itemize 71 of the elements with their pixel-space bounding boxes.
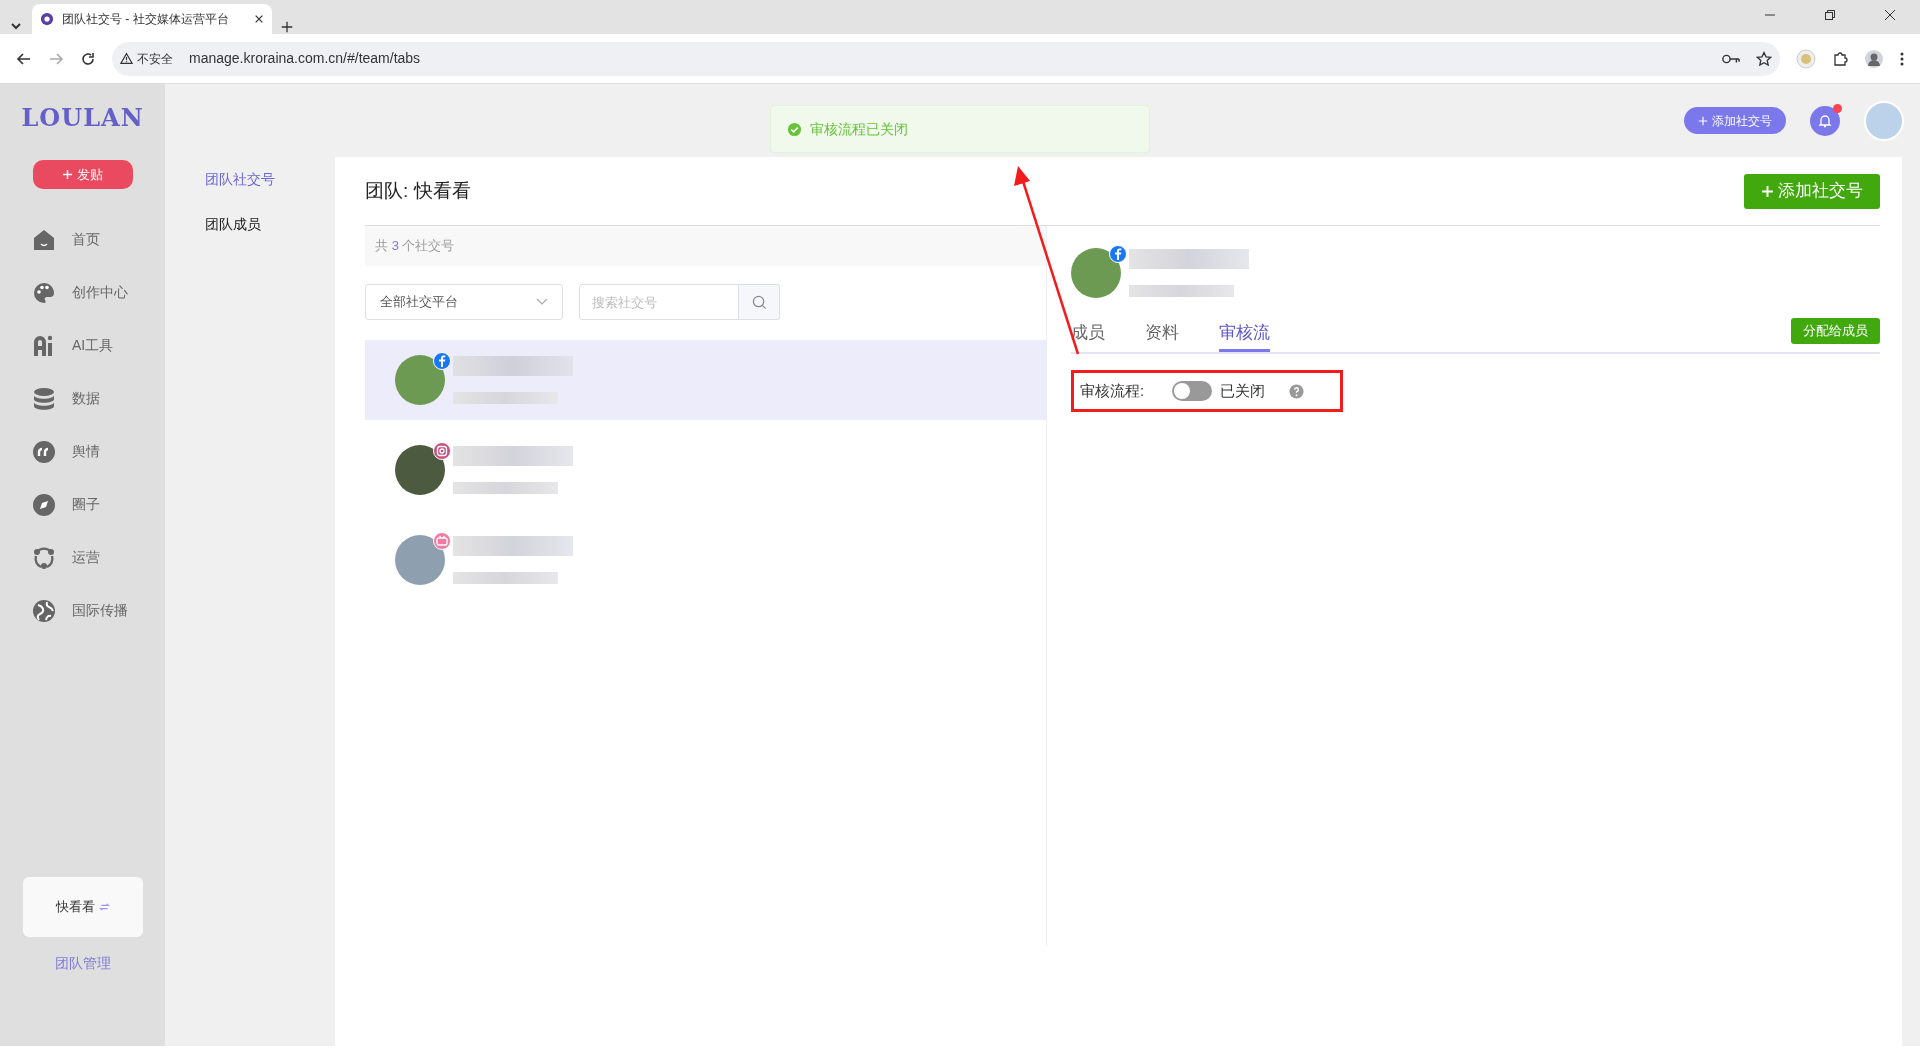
instagram-badge-icon — [433, 442, 451, 460]
page-title: 团队: 快看看 — [365, 178, 471, 203]
facebook-badge-icon — [433, 352, 451, 370]
team-manage-link[interactable]: 团队管理 — [54, 953, 111, 974]
security-label: 不安全 — [137, 50, 173, 68]
nav-item[interactable]: 国际传播 — [0, 584, 165, 637]
security-chip[interactable]: 不安全 — [120, 49, 173, 68]
plus-icon — [1698, 115, 1708, 126]
close-icon[interactable] — [1884, 9, 1896, 21]
new-tab-icon[interactable] — [280, 20, 294, 34]
key-icon[interactable] — [1722, 52, 1740, 65]
palette-icon — [32, 280, 56, 305]
nav-item[interactable]: 首页 — [0, 213, 165, 266]
nav-item[interactable]: 数据 — [0, 372, 165, 425]
profile-icon[interactable] — [1864, 48, 1884, 69]
tab-title: 团队社交号 - 社交媒体运营平台 — [62, 11, 230, 28]
bell-icon — [1817, 112, 1833, 129]
review-status: 已关闭 — [1220, 380, 1266, 401]
nav-item[interactable]: 创作中心 — [0, 266, 165, 319]
puzzle-icon[interactable] — [1832, 50, 1848, 67]
avatar-photo-placeholder — [395, 445, 445, 495]
tab[interactable]: 成员 — [1071, 319, 1105, 352]
chevron-down-icon — [536, 298, 548, 306]
toast-message: 审核流程已关闭 — [770, 105, 1150, 153]
team-switcher[interactable]: 快看看 — [22, 877, 143, 937]
check-circle-icon — [787, 121, 802, 137]
close-icon[interactable] — [254, 14, 264, 24]
browser-tab[interactable]: 团队社交号 - 社交媒体运营平台 — [32, 4, 272, 34]
submenu-item[interactable]: 团队成员 — [165, 202, 335, 247]
tab[interactable]: 审核流 — [1219, 319, 1270, 352]
search-field[interactable]: 搜索社交号 — [579, 284, 739, 320]
bookmark-star-icon[interactable] — [1756, 50, 1772, 67]
tv-badge-icon — [433, 532, 451, 550]
nav-item[interactable]: 运营 — [0, 531, 165, 584]
facebook-badge-icon — [1109, 245, 1127, 263]
avatar-photo-placeholder — [1071, 248, 1121, 298]
review-label: 审核流程: — [1080, 380, 1145, 401]
menu-icon[interactable] — [1900, 50, 1904, 67]
toggle-switch[interactable] — [1172, 381, 1213, 401]
swap-icon — [98, 902, 110, 912]
nav-item[interactable]: 舆情 — [0, 425, 165, 478]
help-icon[interactable] — [1289, 383, 1305, 399]
avatar-photo-placeholder — [395, 355, 445, 405]
platform-select[interactable]: 全部社交平台 — [365, 284, 563, 320]
account-count: 共 3 个社交号 — [375, 237, 455, 256]
avatar-photo-placeholder — [395, 535, 445, 585]
tab[interactable]: 资料 — [1145, 319, 1179, 352]
assign-to-member-button[interactable]: 分配给成员 — [1791, 318, 1880, 344]
post-button[interactable]: 发贴 — [32, 160, 133, 189]
url-text[interactable]: manage.kroraina.com.cn/#/team/tabs — [189, 48, 1706, 69]
notification-button[interactable] — [1810, 105, 1840, 136]
submenu-item[interactable]: 团队社交号 — [165, 157, 335, 202]
logo: LOULAN — [21, 102, 144, 134]
plus-icon — [62, 169, 73, 180]
quote-icon — [32, 439, 56, 464]
house-icon — [32, 227, 56, 252]
site-favicon-icon — [40, 12, 54, 26]
search-icon — [751, 294, 767, 310]
add-account-button[interactable]: 添加社交号 — [1684, 107, 1786, 134]
nav-item[interactable]: AI工具 — [0, 319, 165, 372]
compass-icon — [32, 492, 56, 517]
globe-icon — [32, 598, 56, 623]
reload-icon[interactable] — [80, 50, 96, 67]
nav-item[interactable]: 圈子 — [0, 478, 165, 531]
database-icon — [32, 386, 56, 411]
network-icon — [32, 545, 56, 570]
back-icon[interactable] — [16, 50, 32, 67]
plus-icon — [1761, 184, 1774, 198]
restore-icon[interactable] — [1824, 9, 1836, 21]
add-account-button[interactable]: 添加社交号 — [1744, 173, 1880, 209]
warning-icon — [120, 52, 133, 65]
